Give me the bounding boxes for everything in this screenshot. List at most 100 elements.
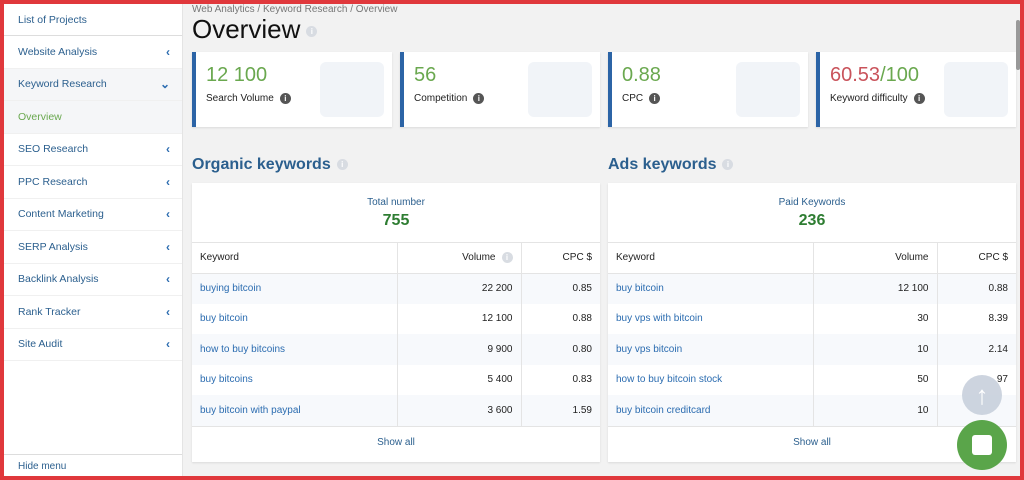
total-label: Total number xyxy=(367,197,425,208)
column-header-label: Keyword xyxy=(200,252,239,264)
info-icon[interactable]: i xyxy=(913,93,925,104)
sidebar-item-site-audit[interactable]: Site Audit ‹ xyxy=(4,329,182,361)
sidebar-item-ppc-research[interactable]: PPC Research ‹ xyxy=(4,166,182,199)
sidebar-item-label: PPC Research xyxy=(18,175,88,188)
info-icon[interactable]: i xyxy=(649,93,661,104)
column-header[interactable]: CPC $ xyxy=(521,243,600,274)
keyword-link[interactable]: how to buy bitcoins xyxy=(192,334,398,365)
table-row: buy vps bitcoin 10 2.14 xyxy=(608,334,1016,365)
info-icon[interactable]: i xyxy=(336,159,348,171)
volume-cell: 12 100 xyxy=(813,273,938,304)
volume-cell: 3 600 xyxy=(397,395,522,426)
sidebar-item-serp-analysis[interactable]: SERP Analysis ‹ xyxy=(4,231,182,264)
sidebar-item-label: Website Analysis xyxy=(18,45,98,58)
chevron-left-icon: ‹ xyxy=(166,239,170,254)
table-header-row: Keyword Volume CPC $ xyxy=(608,243,1016,274)
sidebar-item-seo-research[interactable]: SEO Research ‹ xyxy=(4,134,182,166)
keyword-link[interactable]: buy bitcoin with paypal xyxy=(192,395,398,426)
ads-keywords-panel: Paid Keywords 236 Keyword Volume CPC $ buy b… xyxy=(608,183,1016,462)
sidebar-item-website-analysis[interactable]: Website Analysis ‹ xyxy=(4,36,182,69)
cpc-cell: 0.88 xyxy=(572,313,592,325)
sidebar-item-label: SERP Analysis xyxy=(18,240,88,253)
table-header-row: Keyword Volume i CPC $ xyxy=(192,243,600,274)
info-icon[interactable]: i xyxy=(473,93,485,104)
keyword-link[interactable]: buy bitcoin xyxy=(608,273,814,304)
scroll-to-top-button[interactable]: ↑ xyxy=(962,375,1002,415)
volume-cell: 9 900 xyxy=(397,334,522,365)
ads-heading-text: Ads keywords xyxy=(608,156,717,173)
volume-cell: 10 xyxy=(813,395,938,426)
metric-card-keyword-difficulty: 60.53/100 Keyword difficulty i xyxy=(816,52,1016,127)
cpc-cell: 1.59 xyxy=(521,395,600,426)
cpc-cell: 0.80 xyxy=(521,334,600,365)
keyword-link[interactable]: buy bitcoin creditcard xyxy=(608,395,814,426)
sidebar-item-list-of-projects[interactable]: List of Projects xyxy=(4,4,182,36)
keyword-link[interactable]: how to buy bitcoin stock xyxy=(608,364,814,395)
column-header-label: Keyword xyxy=(616,252,655,264)
organic-keywords-table: Keyword Volume i CPC $ buying bitcoin 22 200 0… xyxy=(192,243,600,426)
table-row: buy vps with bitcoin 30 8.39 xyxy=(608,303,1016,334)
organic-heading-text: Organic keywords xyxy=(192,156,331,173)
cpc-cell: 8.39 xyxy=(988,313,1008,325)
column-header[interactable]: Volume i xyxy=(397,243,522,274)
sidebar-item-rank-tracker[interactable]: Rank Tracker ‹ xyxy=(4,296,182,329)
ads-keywords-table: Keyword Volume CPC $ buy bitcoin 12 100 0.88 b… xyxy=(608,243,1016,426)
chevron-left-icon: ‹ xyxy=(166,174,170,189)
info-icon[interactable]: i xyxy=(279,93,291,104)
table-row: buy bitcoin 12 100 0.88 xyxy=(608,273,1016,304)
chat-button[interactable] xyxy=(957,420,1007,470)
column-header[interactable]: Keyword xyxy=(192,243,398,274)
info-icon[interactable]: i xyxy=(501,252,513,264)
sidebar-item-label: Overview xyxy=(18,110,62,123)
metric-value-number: 60.53 xyxy=(830,64,881,86)
column-header-label: Volume xyxy=(462,252,496,264)
scrollbar[interactable] xyxy=(1016,20,1020,70)
chevron-left-icon: ‹ xyxy=(166,337,170,352)
metric-value-suffix: /100 xyxy=(880,64,919,86)
sidebar-item-overview[interactable]: Overview xyxy=(4,101,182,134)
column-header-label: CPC $ xyxy=(562,252,592,264)
show-all-button[interactable]: Show all xyxy=(608,425,1016,460)
keyword-link[interactable]: buy vps with bitcoin xyxy=(608,303,814,334)
total-summary: Total number 755 xyxy=(192,183,600,243)
organic-keywords-heading: Organic keywords i xyxy=(192,156,348,174)
column-header[interactable]: Keyword xyxy=(608,243,814,274)
keyword-link[interactable]: buy bitcoin xyxy=(192,303,398,334)
hide-menu-button[interactable]: Hide menu xyxy=(4,454,182,476)
sidebar-item-keyword-research[interactable]: Keyword Research ⌄ xyxy=(4,68,182,101)
keyword-link[interactable]: buy vps bitcoin xyxy=(608,334,814,365)
total-summary: Paid Keywords 236 xyxy=(608,183,1016,243)
metric-label-text: Search Volume xyxy=(206,93,274,105)
column-header[interactable]: CPC $ xyxy=(937,243,1016,274)
chevron-left-icon: ‹ xyxy=(166,142,170,157)
total-label: Paid Keywords xyxy=(778,197,846,208)
chat-icon xyxy=(972,435,992,455)
cpc-cell: 0.85 xyxy=(521,273,600,304)
table-row: buy bitcoins 5 400 0.83 xyxy=(192,364,600,395)
chevron-left-icon: ‹ xyxy=(166,207,170,222)
sidebar-item-content-marketing[interactable]: Content Marketing ‹ xyxy=(4,199,182,231)
column-header[interactable]: Volume xyxy=(813,243,938,274)
show-all-button[interactable]: Show all xyxy=(192,425,600,460)
chevron-left-icon: ‹ xyxy=(166,44,170,59)
chevron-left-icon: ‹ xyxy=(166,304,170,319)
organic-keywords-panel: Total number 755 Keyword Volume i CPC $ buyin… xyxy=(192,183,600,462)
chevron-down-icon: ⌄ xyxy=(159,77,170,92)
keyword-link[interactable]: buy bitcoins xyxy=(192,364,398,395)
metric-card-competition: 56 Competition i xyxy=(400,52,600,127)
metric-card-cpc: 0.88 CPC i xyxy=(608,52,808,127)
table-row: how to buy bitcoins 9 900 0.80 xyxy=(192,334,600,365)
sidebar-item-backlink-analysis[interactable]: Backlink Analysis ‹ xyxy=(4,264,182,296)
sidebar-item-label: Site Audit xyxy=(18,338,63,351)
total-value: 236 xyxy=(798,212,826,229)
metric-value-number: 12 100 xyxy=(206,64,268,86)
volume-cell: 10 xyxy=(813,334,938,365)
card-illustration-icon xyxy=(320,62,384,117)
info-icon[interactable]: i xyxy=(722,159,734,171)
card-illustration-icon xyxy=(736,62,800,117)
breadcrumb[interactable]: Web Analytics / Keyword Research / Overv… xyxy=(192,4,397,15)
metric-value-number: 0.88 xyxy=(622,64,661,86)
cpc-cell: 0.83 xyxy=(572,374,592,386)
info-icon[interactable]: i xyxy=(306,25,318,37)
keyword-link[interactable]: buying bitcoin xyxy=(192,273,398,304)
